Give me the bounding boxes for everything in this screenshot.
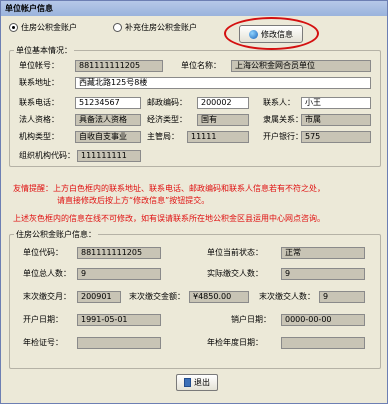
annual-cert-label: 年检证号： bbox=[23, 338, 63, 347]
unit-account-field: 881111111205 bbox=[75, 60, 163, 72]
radio-housing-fund-label: 住房公积金账户 bbox=[21, 22, 77, 32]
account-info-window: 单位帐户信息 住房公积金账户 补充住房公积金账户 修改信息 单位基本情况： 单位… bbox=[0, 0, 388, 404]
unit-code-field: 881111111205 bbox=[77, 247, 161, 259]
exit-door-icon bbox=[184, 378, 191, 387]
annual-cert-field bbox=[77, 337, 161, 349]
exit-label: 退出 bbox=[194, 378, 210, 387]
affiliation-label: 隶属关系： bbox=[263, 115, 303, 124]
exit-button[interactable]: 退出 bbox=[176, 374, 218, 391]
contact-input[interactable]: 小王 bbox=[301, 97, 371, 109]
unit-name-label: 单位名称： bbox=[181, 61, 221, 70]
notice-line-3: 上述灰色框内的信息在线不可修改，如有误请联系所在地公积金区县运用中心网点咨询。 bbox=[13, 214, 325, 223]
bank-field: 575 bbox=[301, 131, 371, 143]
radio-off-icon[interactable] bbox=[113, 22, 122, 32]
edit-info-label: 修改信息 bbox=[261, 29, 293, 39]
annual-year-field bbox=[281, 337, 365, 349]
fund-info-legend: 住房公积金账户信息： bbox=[16, 230, 96, 239]
radio-supplementary-fund-label: 补充住房公积金账户 bbox=[125, 22, 197, 32]
last-amount-field: ¥4850.00 bbox=[189, 291, 249, 303]
unit-account-label: 单位帐号： bbox=[19, 61, 59, 70]
legal-status-field: 具备法人资格 bbox=[75, 114, 141, 126]
phone-input[interactable]: 51234567 bbox=[75, 97, 141, 109]
org-code-field: 111111111 bbox=[77, 150, 141, 162]
unit-name-field: 上海公积金网合员单位 bbox=[231, 60, 371, 72]
total-members-field: 9 bbox=[77, 268, 161, 280]
last-count-label: 末次缴交人数： bbox=[259, 292, 315, 301]
notice-line-1: 友情提醒：上方白色框内的联系地址、联系电话、邮政编码和联系人信息若有不符之处， bbox=[13, 184, 325, 193]
close-date-field: 0000-00-00 bbox=[281, 314, 365, 326]
unit-code-label: 单位代码： bbox=[23, 248, 63, 257]
econ-type-field: 国有 bbox=[197, 114, 249, 126]
phone-label: 联系电话： bbox=[19, 98, 59, 107]
last-month-field: 200901 bbox=[77, 291, 121, 303]
address-label: 联系地址： bbox=[19, 78, 59, 87]
globe-icon bbox=[249, 29, 258, 39]
open-date-field: 1991-05-01 bbox=[77, 314, 161, 326]
legal-status-label: 法人资格： bbox=[19, 115, 59, 124]
affiliation-field: 市属 bbox=[301, 114, 371, 126]
last-month-label: 末次缴交月： bbox=[23, 292, 71, 301]
postcode-label: 邮政编码： bbox=[147, 98, 187, 107]
notice-line-2: 请直接修改后按上方“修改信息”按钮提交。 bbox=[57, 196, 210, 205]
radio-on-icon[interactable] bbox=[9, 22, 18, 32]
last-amount-label: 末次缴交金额： bbox=[129, 292, 185, 301]
window-title: 单位帐户信息 bbox=[1, 1, 387, 16]
unit-status-field: 正常 bbox=[281, 247, 365, 259]
close-date-label: 销户日期： bbox=[231, 315, 271, 324]
actual-payers-field: 9 bbox=[281, 268, 365, 280]
org-type-label: 机构类型： bbox=[19, 132, 59, 141]
postcode-input[interactable]: 200002 bbox=[197, 97, 249, 109]
radio-housing-fund[interactable]: 住房公积金账户 bbox=[9, 20, 77, 34]
last-count-field: 9 bbox=[319, 291, 365, 303]
dept-label: 主管局： bbox=[147, 132, 179, 141]
org-code-label: 组织机构代码： bbox=[19, 151, 75, 160]
dept-field: 11111 bbox=[187, 131, 249, 143]
basic-info-legend: 单位基本情况： bbox=[16, 46, 72, 55]
total-members-label: 单位总人数： bbox=[23, 269, 71, 278]
bank-label: 开户银行： bbox=[263, 132, 303, 141]
edit-info-button[interactable]: 修改信息 bbox=[239, 25, 303, 43]
actual-payers-label: 实际缴交人数： bbox=[207, 269, 263, 278]
address-input[interactable]: 西藏北路125号8楼 bbox=[75, 77, 371, 89]
radio-supplementary-fund[interactable]: 补充住房公积金账户 bbox=[113, 20, 197, 34]
econ-type-label: 经济类型： bbox=[147, 115, 187, 124]
unit-status-label: 单位当前状态： bbox=[207, 248, 263, 257]
annual-year-label: 年检年度日期： bbox=[207, 338, 263, 347]
open-date-label: 开户日期： bbox=[23, 315, 63, 324]
org-type-field: 自收自支事业 bbox=[75, 131, 141, 143]
contact-label: 联系人： bbox=[263, 98, 295, 107]
